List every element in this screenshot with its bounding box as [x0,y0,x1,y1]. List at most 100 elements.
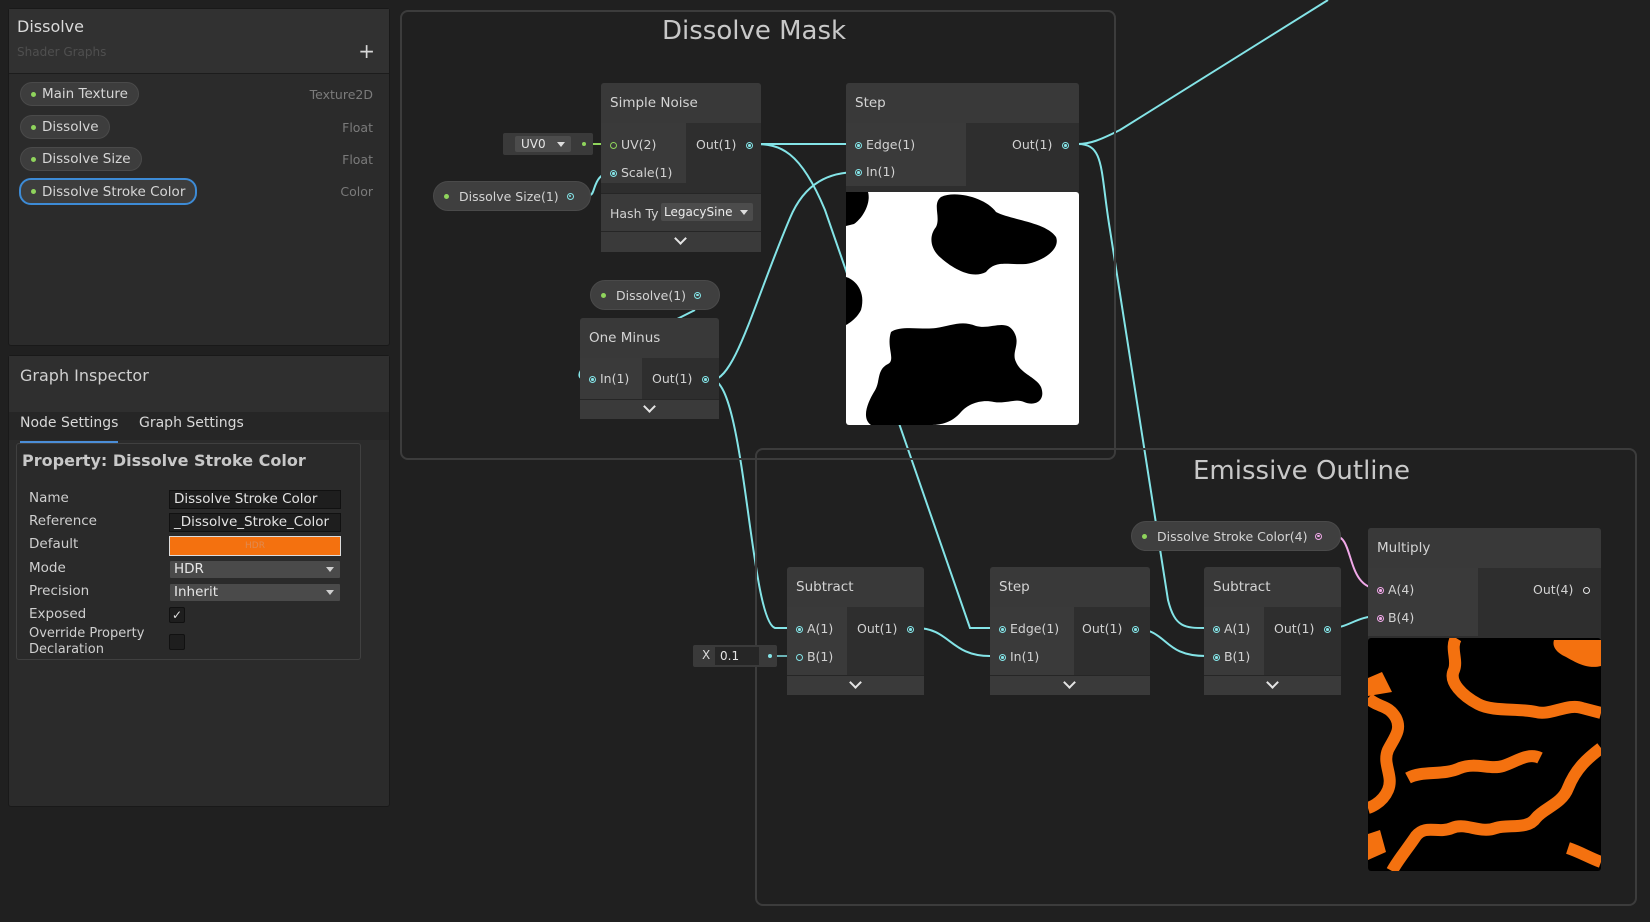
node-header[interactable]: Simple Noise [601,83,761,123]
override-checkbox[interactable] [169,634,185,650]
node-header[interactable]: Step [990,567,1150,607]
property-row[interactable]: Dissolve Float [9,113,389,143]
override-label: Override Property [29,626,145,641]
property-row[interactable]: Dissolve Size Float [9,145,389,175]
node-simple-noise[interactable]: Simple Noise UV(2) Scale(1) Out(1) Hash … [601,83,761,252]
port-label: In(1) [1009,649,1040,664]
port-icon [1062,142,1070,149]
input-port-a[interactable]: A(1) [796,621,833,636]
mode-dropdown[interactable]: HDR [169,560,341,579]
output-port[interactable]: Out(1) [696,137,754,152]
input-port-in[interactable]: In(1) [999,649,1039,664]
property-pill[interactable]: Dissolve Size [20,147,142,171]
node-collapse-toggle[interactable] [601,231,761,252]
property-dot-icon [31,91,36,97]
input-port-b[interactable]: B(1) [796,649,833,664]
input-port-b[interactable]: B(1) [1213,649,1250,664]
node-collapse-toggle[interactable] [990,675,1150,695]
node-multiply[interactable]: Multiply A(4) B(4) Out(4) [1368,528,1601,871]
node-header[interactable]: One Minus [580,318,719,358]
input-port-edge[interactable]: Edge(1) [999,621,1059,636]
property-pill[interactable]: Main Texture [20,82,139,106]
input-port-b[interactable]: B(4) [1377,610,1414,625]
name-field[interactable]: Dissolve Stroke Color [169,490,341,509]
port-icon [999,654,1006,661]
group-title[interactable]: Dissolve Mask [662,16,846,46]
node-header[interactable]: Subtract [787,567,924,607]
port-label: Out(1) [857,621,898,636]
output-port[interactable]: Out(1) [857,621,915,636]
node-collapse-toggle[interactable] [580,399,719,419]
hash-type-row: Hash Ty LegacySine [601,193,761,232]
node-one-minus[interactable]: One Minus In(1) Out(1) [580,318,719,419]
tab-node-settings[interactable]: Node Settings [20,415,119,443]
node-step-mask[interactable]: Step Edge(1) In(1) Out(1) [846,83,1079,425]
property-node-label: Dissolve(1) [616,287,687,303]
output-port[interactable]: Out(1) [1274,621,1332,636]
property-node-dissolve[interactable]: Dissolve(1) [590,280,720,310]
input-port-in[interactable]: In(1) [589,371,629,386]
input-port-edge[interactable]: Edge(1) [855,137,915,152]
property-name: Dissolve [42,119,99,135]
chevron-down-icon [326,590,334,595]
node-header[interactable]: Multiply [1368,528,1601,568]
port-icon [566,192,574,200]
node-outputs: Out(1) [642,358,719,399]
uv-inline-input[interactable]: UV0 [503,133,593,155]
node-title: Step [855,95,886,111]
group-title[interactable]: Emissive Outline [1193,456,1410,486]
exposed-checkbox[interactable]: ✓ [169,607,185,623]
port-label: A(4) [1387,582,1415,597]
chevron-down-icon [674,232,687,245]
node-inputs: A(4) B(4) [1368,568,1478,636]
reference-label: Reference [29,513,97,529]
output-port[interactable]: Out(4) [1533,582,1591,597]
node-header[interactable]: Step [846,83,1079,123]
b-inline-input[interactable]: X 0.1 [693,645,777,667]
add-property-icon[interactable]: + [358,39,375,63]
input-port-scale[interactable]: Scale(1) [610,165,672,180]
node-title: Subtract [1213,579,1271,595]
node-step-outline[interactable]: Step Edge(1) In(1) Out(1) [990,567,1150,695]
input-port-in[interactable]: In(1) [855,164,895,179]
input-port-uv[interactable]: UV(2) [610,137,656,152]
property-node-dissolve-size[interactable]: Dissolve Size(1) [433,181,591,211]
property-type: Float [342,152,373,167]
node-outputs: Out(1) [1264,607,1341,675]
precision-dropdown[interactable]: Inherit [169,583,341,602]
port-icon [796,654,803,661]
port-label: Out(1) [652,371,693,386]
mode-value: HDR [174,561,204,577]
property-pill[interactable]: Dissolve [20,115,110,139]
uv-port-icon [582,142,586,146]
property-node-stroke-color[interactable]: Dissolve Stroke Color(4) [1131,521,1341,551]
blackboard-title: Dissolve [17,17,84,36]
default-color-swatch[interactable]: HDR [169,536,341,556]
output-port[interactable]: Out(1) [1012,137,1070,152]
default-label: Default [29,536,79,552]
node-header[interactable]: Subtract [1204,567,1341,607]
node-collapse-toggle[interactable] [1204,675,1341,695]
blackboard-subtitle: Shader Graphs [17,45,107,59]
node-collapse-toggle[interactable] [787,675,924,695]
uv-value: UV0 [521,137,546,151]
property-row-selected[interactable]: Dissolve Stroke Color Color [9,177,389,207]
input-port-a[interactable]: A(1) [1213,621,1250,636]
output-port[interactable]: Out(1) [1082,621,1140,636]
hash-type-dropdown[interactable]: LegacySine [661,203,753,221]
chevron-down-icon [740,210,748,215]
reference-field[interactable]: _Dissolve_Stroke_Color [169,513,341,532]
property-node-label: Dissolve Size(1) [459,188,559,204]
uv-dropdown[interactable]: UV0 [515,136,571,152]
port-label: UV(2) [620,137,657,152]
node-subtract-b[interactable]: Subtract A(1) B(1) Out(1) [1204,567,1341,695]
x-value-field[interactable]: 0.1 [715,647,759,665]
node-subtract-a[interactable]: Subtract A(1) B(1) Out(1) [787,567,924,695]
property-pill[interactable]: Dissolve Stroke Color [19,178,198,205]
input-port-a[interactable]: A(4) [1377,582,1414,597]
port-icon [1132,626,1140,633]
output-port[interactable]: Out(1) [652,371,710,386]
property-row[interactable]: Main Texture Texture2D [9,80,389,110]
property-dot-icon [444,193,449,199]
tab-graph-settings[interactable]: Graph Settings [139,415,244,437]
